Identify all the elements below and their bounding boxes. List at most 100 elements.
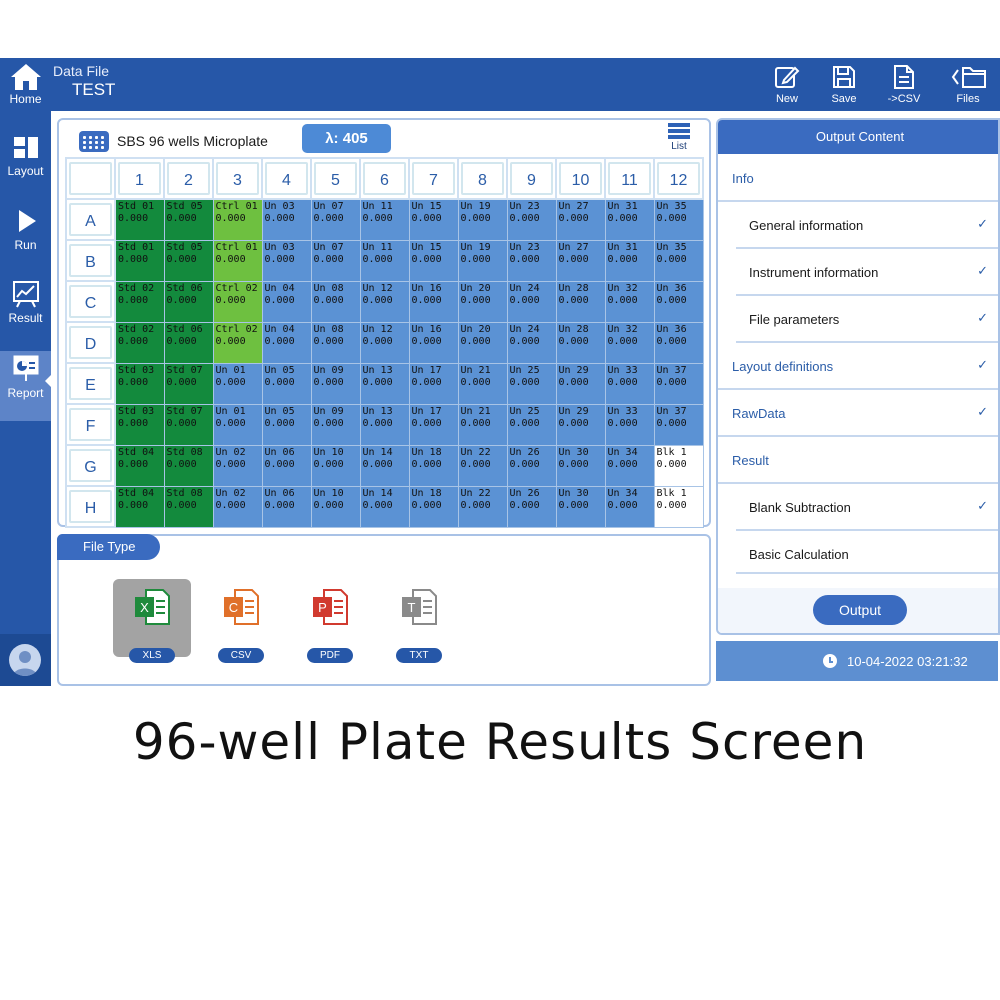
output-option-general-information[interactable]: General information ✓ [736, 202, 998, 249]
plate-well[interactable]: Std 06 0.000 [163, 280, 214, 323]
plate-well[interactable]: Std 02 0.000 [114, 321, 165, 364]
plate-row-header[interactable]: B [65, 239, 116, 282]
plate-well[interactable]: Un 27 0.000 [555, 198, 606, 241]
plate-column-header[interactable]: 4 [261, 157, 312, 200]
plate-column-header[interactable]: 3 [212, 157, 263, 200]
plate-well[interactable]: Un 30 0.000 [555, 444, 606, 487]
plate-well[interactable]: Un 10 0.000 [310, 444, 361, 487]
plate-well[interactable]: Un 06 0.000 [261, 485, 312, 528]
sidebar-item-run[interactable]: Run [0, 207, 51, 277]
user-avatar[interactable] [0, 634, 51, 686]
plate-well[interactable]: Un 23 0.000 [506, 198, 557, 241]
files-button[interactable]: Files [940, 64, 996, 105]
plate-well[interactable]: Un 10 0.000 [310, 485, 361, 528]
plate-well[interactable]: Std 07 0.000 [163, 362, 214, 405]
plate-well[interactable]: Std 06 0.000 [163, 321, 214, 364]
plate-row-header[interactable]: F [65, 403, 116, 446]
plate-well[interactable]: Un 22 0.000 [457, 444, 508, 487]
plate-row-header[interactable]: C [65, 280, 116, 323]
plate-well[interactable]: Un 18 0.000 [408, 444, 459, 487]
plate-well[interactable]: Un 08 0.000 [310, 280, 361, 323]
plate-well[interactable]: Ctrl 02 0.000 [212, 280, 263, 323]
output-option-result[interactable]: Result [718, 437, 998, 484]
plate-well[interactable]: Un 34 0.000 [604, 485, 655, 528]
plate-well[interactable]: Un 33 0.000 [604, 403, 655, 446]
plate-well[interactable]: Std 07 0.000 [163, 403, 214, 446]
home-button[interactable]: Home [0, 58, 51, 111]
output-option-basic-calculation[interactable]: Basic Calculation [736, 531, 998, 574]
plate-well[interactable]: Un 25 0.000 [506, 362, 557, 405]
plate-well[interactable]: Un 11 0.000 [359, 239, 410, 282]
plate-well[interactable]: Un 08 0.000 [310, 321, 361, 364]
plate-column-header[interactable]: 7 [408, 157, 459, 200]
plate-well[interactable]: Un 37 0.000 [653, 362, 704, 405]
file-type-pdf-option[interactable]: P PDF [291, 579, 369, 663]
output-option-instrument-information[interactable]: Instrument information ✓ [736, 249, 998, 296]
plate-well[interactable]: Un 19 0.000 [457, 239, 508, 282]
output-option-info[interactable]: Info [718, 155, 998, 202]
plate-well[interactable]: Un 21 0.000 [457, 362, 508, 405]
plate-well[interactable]: Un 20 0.000 [457, 280, 508, 323]
plate-well[interactable]: Un 16 0.000 [408, 280, 459, 323]
plate-well[interactable]: Un 05 0.000 [261, 403, 312, 446]
plate-well[interactable]: Un 26 0.000 [506, 444, 557, 487]
output-option-layout-definitions[interactable]: Layout definitions ✓ [718, 343, 998, 390]
output-option-file-parameters[interactable]: File parameters ✓ [736, 296, 998, 343]
plate-well[interactable]: Ctrl 01 0.000 [212, 239, 263, 282]
plate-well[interactable]: Un 33 0.000 [604, 362, 655, 405]
plate-column-header[interactable]: 12 [653, 157, 704, 200]
plate-well[interactable]: Std 05 0.000 [163, 239, 214, 282]
plate-well[interactable]: Un 09 0.000 [310, 403, 361, 446]
plate-well[interactable]: Std 05 0.000 [163, 198, 214, 241]
plate-well[interactable]: Un 07 0.000 [310, 198, 361, 241]
plate-well[interactable]: Un 13 0.000 [359, 403, 410, 446]
plate-well[interactable]: Un 24 0.000 [506, 321, 557, 364]
plate-well[interactable]: Un 15 0.000 [408, 239, 459, 282]
plate-well[interactable]: Std 03 0.000 [114, 403, 165, 446]
file-type-xls-option[interactable]: X XLS [113, 579, 191, 663]
sidebar-item-result[interactable]: Result [0, 280, 51, 350]
plate-well[interactable]: Ctrl 02 0.000 [212, 321, 263, 364]
plate-well[interactable]: Un 37 0.000 [653, 403, 704, 446]
plate-well[interactable]: Un 06 0.000 [261, 444, 312, 487]
plate-column-header[interactable]: 6 [359, 157, 410, 200]
plate-column-header[interactable]: 5 [310, 157, 361, 200]
plate-well[interactable]: Un 02 0.000 [212, 485, 263, 528]
plate-well[interactable]: Un 12 0.000 [359, 280, 410, 323]
plate-well[interactable]: Un 07 0.000 [310, 239, 361, 282]
plate-well[interactable]: Un 16 0.000 [408, 321, 459, 364]
plate-well[interactable]: Ctrl 01 0.000 [212, 198, 263, 241]
plate-column-header[interactable]: 8 [457, 157, 508, 200]
plate-well[interactable]: Un 26 0.000 [506, 485, 557, 528]
plate-well[interactable]: Std 01 0.000 [114, 198, 165, 241]
plate-row-header[interactable]: E [65, 362, 116, 405]
plate-well[interactable]: Un 24 0.000 [506, 280, 557, 323]
output-option-blank-subtraction[interactable]: Blank Subtraction ✓ [736, 484, 998, 531]
plate-well[interactable]: Std 03 0.000 [114, 362, 165, 405]
plate-well[interactable]: Un 17 0.000 [408, 403, 459, 446]
plate-well[interactable]: Un 35 0.000 [653, 198, 704, 241]
plate-row-header[interactable]: D [65, 321, 116, 364]
file-type-csv-option[interactable]: C CSV [202, 579, 280, 663]
plate-column-header[interactable]: 11 [604, 157, 655, 200]
plate-well[interactable]: Un 36 0.000 [653, 280, 704, 323]
plate-well[interactable]: Un 27 0.000 [555, 239, 606, 282]
plate-well[interactable]: Un 31 0.000 [604, 239, 655, 282]
plate-well[interactable]: Std 01 0.000 [114, 239, 165, 282]
plate-well[interactable]: Un 31 0.000 [604, 198, 655, 241]
plate-well[interactable]: Un 29 0.000 [555, 362, 606, 405]
plate-well[interactable]: Un 30 0.000 [555, 485, 606, 528]
plate-column-header[interactable]: 9 [506, 157, 557, 200]
plate-well[interactable]: Un 12 0.000 [359, 321, 410, 364]
plate-well[interactable]: Un 28 0.000 [555, 321, 606, 364]
plate-well[interactable]: Un 01 0.000 [212, 403, 263, 446]
sidebar-item-report[interactable]: Report [0, 351, 51, 421]
output-option-rawdata[interactable]: RawData ✓ [718, 390, 998, 437]
plate-well[interactable]: Un 04 0.000 [261, 280, 312, 323]
plate-well[interactable]: Un 32 0.000 [604, 321, 655, 364]
plate-well[interactable]: Un 22 0.000 [457, 485, 508, 528]
wavelength-button[interactable]: λ: 405 [302, 124, 391, 153]
plate-well[interactable]: Un 02 0.000 [212, 444, 263, 487]
plate-well[interactable]: Std 04 0.000 [114, 485, 165, 528]
plate-well[interactable]: Un 20 0.000 [457, 321, 508, 364]
